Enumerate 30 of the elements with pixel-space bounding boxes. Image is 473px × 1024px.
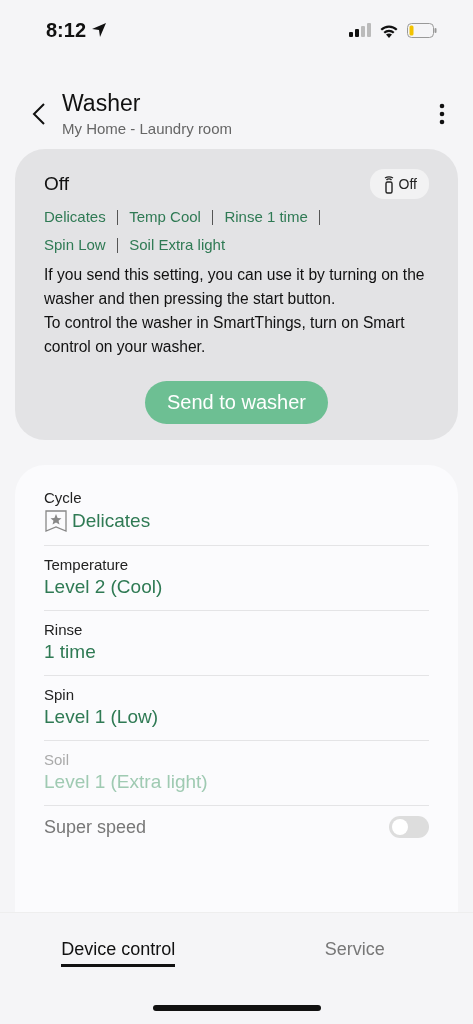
setting-label: Rinse [44, 621, 84, 638]
clock: 8:12 [46, 18, 87, 42]
setting-label: Spin [44, 686, 76, 703]
screen-title: Washer [62, 90, 142, 117]
remote-status-badge: Off [369, 169, 429, 199]
setting-value[interactable]: 1 time [44, 641, 429, 663]
setting-value[interactable]: Delicates [72, 510, 151, 532]
more-icon [439, 102, 445, 125]
setting-summary: Rinse 1 time [224, 207, 308, 227]
location-subtitle: My Home - Laundry room [62, 120, 234, 137]
remote-icon [382, 174, 395, 194]
setting-label: Cycle [44, 489, 83, 506]
tab[interactable]: Device control [61, 931, 176, 967]
setting-summary: Soil Extra light [129, 235, 226, 255]
starred-bookmark-icon [44, 509, 68, 533]
battery-icon [407, 22, 437, 38]
setting-value[interactable]: Level 1 (Low) [44, 706, 429, 728]
signal-icon [349, 23, 371, 37]
setting-label: Temperature [44, 556, 130, 573]
setting-summary: Temp Cool [129, 207, 201, 227]
info-message: If you send this setting, you can use it by turning on the washer and then pressing the start button. To control the washer in SmartThings, turn on Smart control on your washer. [44, 265, 426, 357]
setting-value[interactable]: Level 2 (Cool) [44, 576, 429, 598]
location-icon [91, 22, 108, 38]
back-icon [32, 101, 46, 126]
tab[interactable]: Service [324, 931, 385, 967]
setting-label: Super speed [44, 816, 147, 838]
power-state: Off [44, 173, 69, 195]
setting-summary: Delicates [44, 207, 106, 227]
setting-label: Soil [44, 751, 70, 768]
setting-summary: Spin Low [44, 235, 106, 255]
